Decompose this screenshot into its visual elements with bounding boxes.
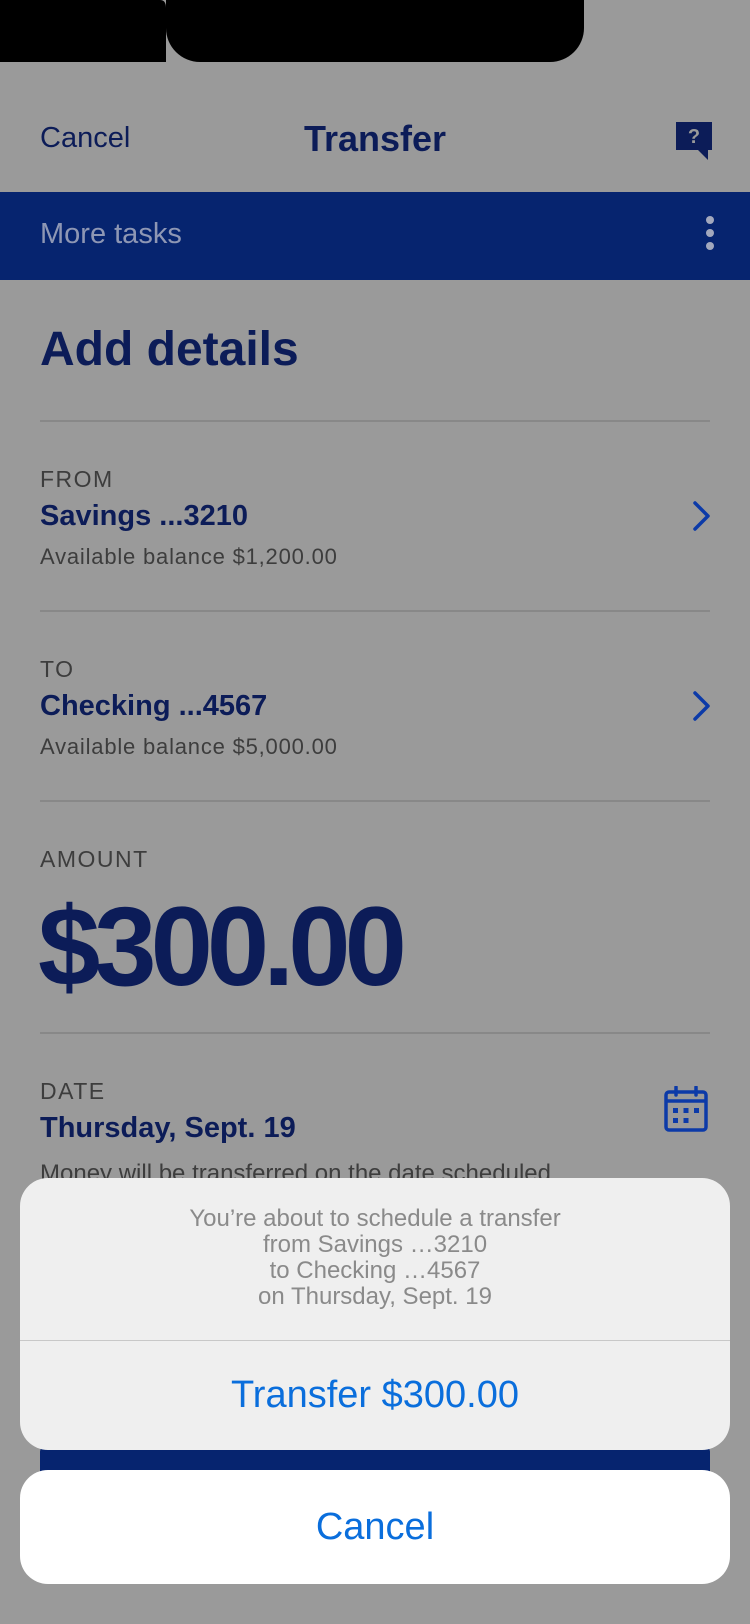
from-account[interactable]: Savings ...3210 bbox=[40, 500, 248, 533]
from-balance: Available balance $1,200.00 bbox=[40, 544, 338, 569]
question-chat-icon: ? bbox=[676, 122, 712, 160]
amount-label: AMOUNT bbox=[40, 846, 149, 872]
action-sheet-message: You’re about to schedule a transfer from… bbox=[20, 1206, 730, 1310]
cancel-button[interactable]: Cancel bbox=[20, 1470, 730, 1584]
help-glyph: ? bbox=[688, 126, 700, 148]
message-line: on Thursday, Sept. 19 bbox=[258, 1283, 492, 1310]
to-label: TO bbox=[40, 656, 75, 682]
to-balance: Available balance $5,000.00 bbox=[40, 734, 338, 759]
amount-value[interactable]: $300.00 bbox=[38, 882, 407, 1011]
kebab-menu-icon[interactable] bbox=[700, 212, 720, 258]
page-header-title: Transfer bbox=[303, 118, 447, 159]
divider bbox=[40, 1032, 710, 1034]
nav-header: Cancel Transfer ? bbox=[0, 100, 750, 180]
device-notch bbox=[166, 0, 584, 62]
more-tasks-bar[interactable]: More tasks bbox=[0, 192, 750, 280]
to-account[interactable]: Checking ...4567 bbox=[40, 690, 267, 723]
help-button[interactable]: ? bbox=[674, 120, 714, 160]
date-label: DATE bbox=[40, 1078, 106, 1104]
screen-corner-right bbox=[584, 0, 750, 62]
confirm-transfer-button[interactable]: Transfer $300.00 bbox=[20, 1341, 730, 1450]
message-line: from Savings …3210 bbox=[262, 1231, 488, 1258]
action-sheet: You’re about to schedule a transfer from… bbox=[20, 1178, 730, 1450]
divider bbox=[40, 800, 710, 802]
date-value[interactable]: Thursday, Sept. 19 bbox=[40, 1112, 296, 1145]
message-line: You’re about to schedule a transfer bbox=[189, 1205, 561, 1232]
page-title: Add details bbox=[40, 323, 299, 376]
divider bbox=[40, 420, 710, 422]
message-line: to Checking …4567 bbox=[269, 1257, 481, 1284]
from-label: FROM bbox=[40, 466, 114, 492]
chevron-right-icon[interactable] bbox=[690, 499, 714, 533]
divider bbox=[40, 610, 710, 612]
chevron-right-icon[interactable] bbox=[690, 689, 714, 723]
more-tasks-label: More tasks bbox=[40, 218, 182, 250]
screen-corner-left bbox=[0, 0, 166, 62]
calendar-icon[interactable] bbox=[664, 1086, 708, 1132]
